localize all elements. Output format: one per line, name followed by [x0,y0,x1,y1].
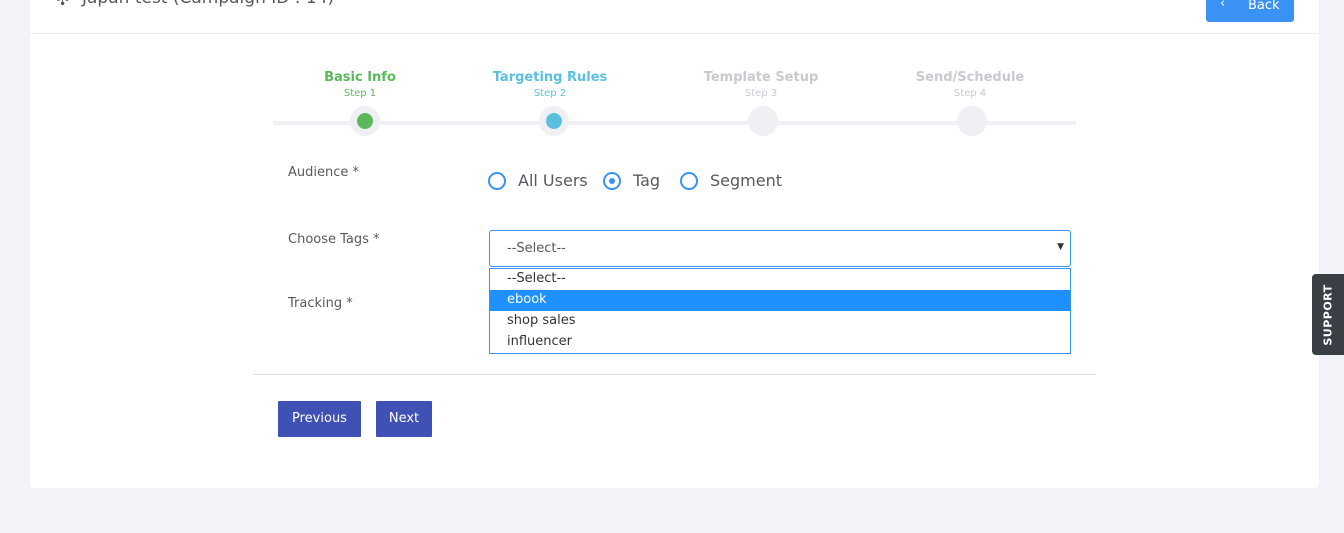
wizard-progress-line [273,121,1076,125]
audience-label: Audience * [288,165,360,180]
step-targeting-rules[interactable]: Targeting Rules Step 2 [460,70,640,99]
support-tab[interactable]: SUPPORT [1312,274,1344,355]
tags-select-value: --Select-- [507,241,566,256]
step-dot-3[interactable] [748,106,778,136]
next-button[interactable]: Next [376,401,432,437]
dropdown-option-ebook[interactable]: ebook [490,290,1070,311]
step-subtitle: Step 2 [533,88,567,99]
radio-circle [488,172,506,190]
radio-label: Segment [710,171,782,190]
radio-circle-checked [603,172,621,190]
choose-tags-label: Choose Tags * [288,232,380,247]
step-dot-4[interactable] [957,106,987,136]
step-title: Template Setup [703,70,819,85]
tracking-label: Tracking * [288,296,353,311]
step-dot-1[interactable] [350,106,380,136]
back-button-label: Back [1248,0,1280,13]
step-send-schedule[interactable]: Send/Schedule Step 4 [880,70,1060,99]
step-title: Basic Info [324,70,396,85]
back-button[interactable]: ‹ Back [1206,0,1294,22]
support-label: SUPPORT [1321,283,1335,346]
step-dot-2[interactable] [539,106,569,136]
step-basic-info[interactable]: Basic Info Step 1 [270,70,450,99]
step-title: Send/Schedule [915,70,1025,85]
page-title: Japan test (Campaign ID : 14) [82,0,334,8]
step-title: Targeting Rules [492,70,608,85]
caret-down-icon: ▼ [1057,242,1064,252]
step-template-setup[interactable]: Template Setup Step 3 [671,70,851,99]
campaign-card: ✣ Japan test (Campaign ID : 14) ‹ Back B… [30,0,1319,488]
previous-button[interactable]: Previous [278,401,361,437]
puzzle-icon: ✣ [56,0,69,9]
step-subtitle: Step 4 [953,88,987,99]
step-subtitle: Step 3 [744,88,778,99]
dropdown-option-influencer[interactable]: influencer [490,332,1070,353]
tags-select[interactable]: --Select-- ▼ [489,230,1071,267]
tags-dropdown-list: --Select-- ebook shop sales influencer [489,268,1071,354]
dropdown-option-select[interactable]: --Select-- [490,269,1070,290]
radio-circle [680,172,698,190]
arrow-left-icon: ‹ [1220,0,1226,11]
card-header: ✣ Japan test (Campaign ID : 14) ‹ Back [30,0,1319,34]
step-subtitle: Step 1 [343,88,377,99]
form-divider [253,374,1096,375]
radio-label: All Users [518,171,588,190]
dropdown-option-shop-sales[interactable]: shop sales [490,311,1070,332]
radio-label: Tag [633,171,661,190]
